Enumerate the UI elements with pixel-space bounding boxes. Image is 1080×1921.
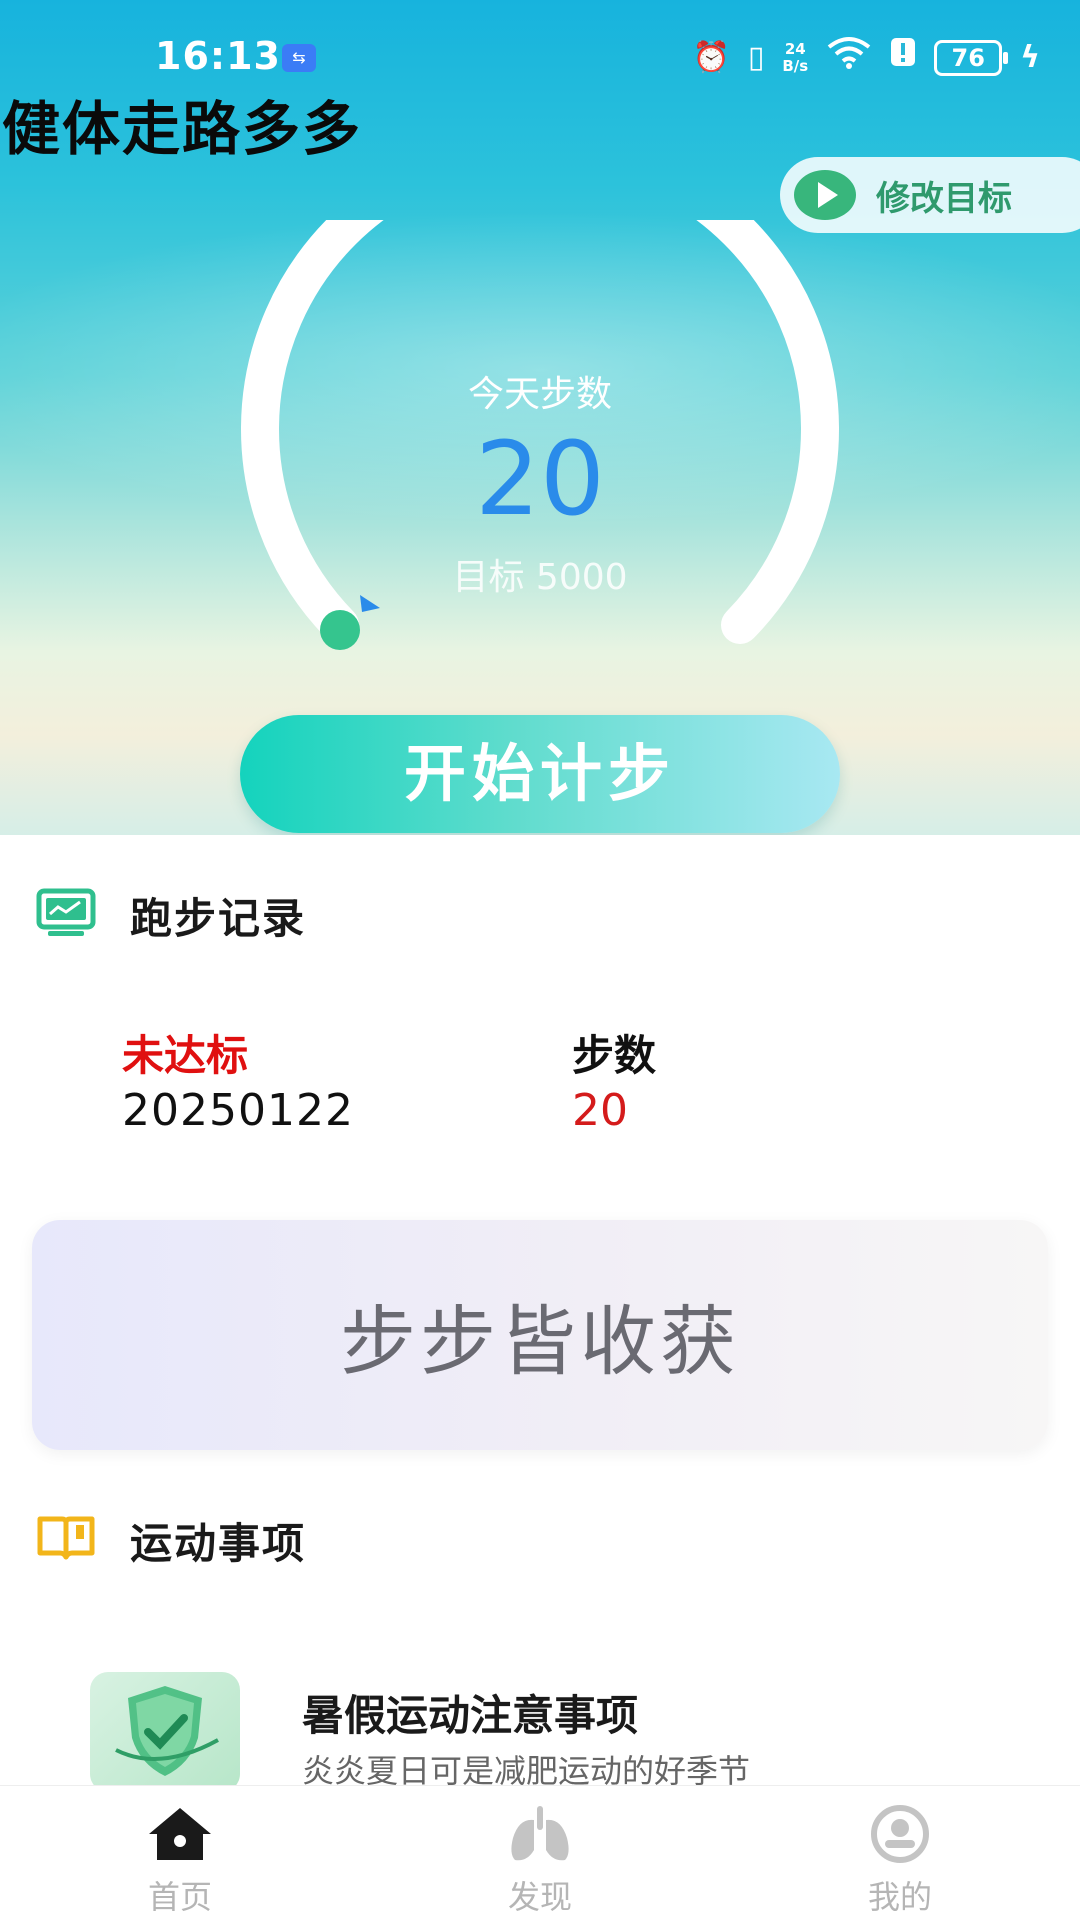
status-time: 16:13 (155, 34, 281, 78)
ring-progress-knob (320, 610, 360, 650)
article-item[interactable]: 暑假运动注意事项 炎炎夏日可是减肥运动的好季节 (90, 1672, 1050, 1792)
today-steps-label: 今天步数 (467, 374, 612, 415)
nav-label-profile: 我的 (867, 1878, 932, 1916)
tips-title: 运动事项 (130, 1518, 307, 1568)
record-steps-value: 20 (572, 1085, 628, 1136)
edit-goal-label: 修改目标 (876, 178, 1012, 219)
status-icons: ⏰ ▯ 24 B/s 76 ϟ (692, 36, 1040, 80)
home-icon (149, 1808, 211, 1860)
vibrate-icon: ▯ (747, 40, 765, 75)
alert-icon (890, 36, 916, 80)
tips-header: 运动事项 (36, 1510, 306, 1570)
battery-indicator: 76 (934, 40, 1009, 76)
profile-icon (871, 1805, 929, 1863)
nav-label-home: 首页 (147, 1878, 212, 1916)
record-status: 未达标 (122, 1031, 249, 1080)
banner-text: 步步皆收获 (340, 1297, 740, 1386)
goal-steps-text: 目标 5000 (452, 557, 628, 598)
records-title: 跑步记录 (130, 893, 307, 943)
book-icon (36, 1513, 96, 1567)
nav-item-profile[interactable]: 我的 (720, 1786, 1080, 1921)
start-counting-button[interactable]: 开始计步 (240, 715, 840, 833)
play-icon (794, 170, 856, 220)
article-title: 暑假运动注意事项 (302, 1691, 639, 1740)
nav-label-discover: 发现 (507, 1878, 572, 1916)
today-steps-value: 20 (475, 420, 605, 539)
bottom-navigation: 首页 发现 我的 (0, 1785, 1080, 1921)
lungs-icon (511, 1806, 569, 1861)
app-title: 健体走路多多 (2, 95, 363, 163)
shield-check-icon (115, 1686, 219, 1776)
motivation-banner: 步步皆收获 (32, 1220, 1048, 1450)
network-speed-unit: B/s (782, 57, 809, 75)
wifi-icon (826, 35, 872, 82)
nav-item-home[interactable]: 首页 (0, 1786, 360, 1921)
usb-icon: ⇆ (282, 44, 316, 72)
network-speed: 24 B/s (782, 41, 808, 75)
alarm-icon: ⏰ (692, 40, 730, 75)
record-steps-header: 步数 (572, 1031, 657, 1080)
nav-item-discover[interactable]: 发现 (360, 1786, 720, 1921)
article-thumbnail (90, 1672, 240, 1792)
record-date: 20250122 (122, 1085, 354, 1136)
network-speed-value: 24 (784, 40, 806, 58)
records-header: 跑步记录 (36, 885, 306, 945)
hero-section: 16:13 ⇆ ⏰ ▯ 24 B/s 76 ϟ 健体走路多多 修改目标 今天步数… (0, 0, 1080, 835)
charging-icon: ϟ (1020, 40, 1040, 75)
monitor-chart-icon (36, 888, 96, 942)
